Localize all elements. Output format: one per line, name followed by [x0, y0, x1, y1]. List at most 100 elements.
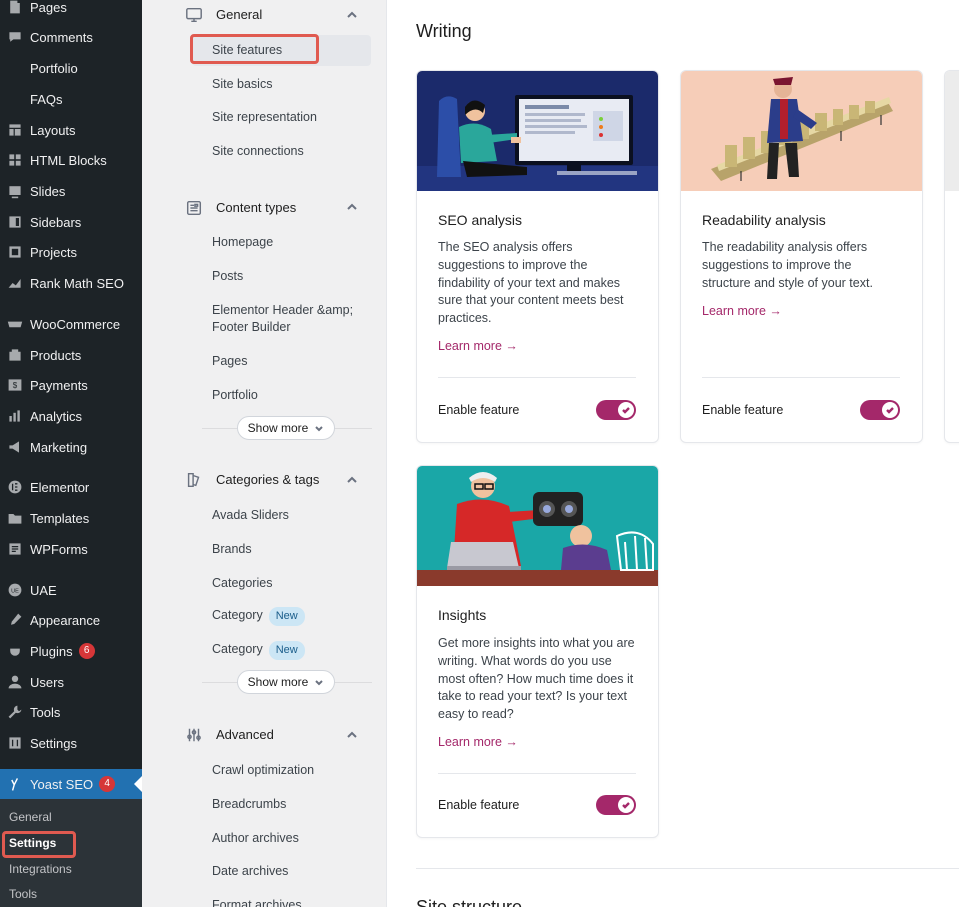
toggle-knob: [618, 797, 634, 813]
sidebars-icon: [0, 214, 30, 230]
sliders-icon: [185, 726, 203, 744]
check-icon: [886, 407, 894, 414]
nav-link-brands[interactable]: Brands: [212, 541, 377, 558]
wp-menu-pages[interactable]: Pages: [0, 0, 142, 22]
wp-menu-label: Settings: [30, 735, 77, 751]
nav-link-category-2[interactable]: Category New: [212, 641, 377, 660]
tools-icon: [0, 704, 30, 720]
wp-menu-rank-math-seo[interactable]: Rank Math SEO: [0, 268, 142, 298]
nav-link-site-connections[interactable]: Site connections: [212, 143, 377, 160]
chevron-up-icon[interactable]: [345, 200, 359, 214]
wp-menu-layouts[interactable]: Layouts: [0, 115, 142, 145]
highlight-box-settings: [2, 831, 76, 858]
uae-icon: UE: [0, 582, 30, 598]
appearance-icon: [0, 612, 30, 628]
show-more-categories-button[interactable]: Show more: [237, 670, 335, 694]
wp-menu-label: Slides: [30, 183, 66, 199]
wp-menu-products[interactable]: Products: [0, 340, 142, 370]
nav-link-pages[interactable]: Pages: [212, 353, 377, 370]
wp-menu-faqs[interactable]: FAQs: [0, 84, 142, 114]
wp-menu-label: Comments: [30, 29, 93, 45]
enable-feature-toggle[interactable]: [596, 795, 636, 815]
wp-menu-templates[interactable]: Templates: [0, 503, 142, 533]
wp-menu-users[interactable]: Users: [0, 667, 142, 697]
show-more-label: Show more: [247, 675, 309, 689]
nav-link-homepage[interactable]: Homepage: [212, 234, 377, 251]
nav-group-advanced[interactable]: Advanced: [216, 727, 274, 742]
wp-menu-appearance[interactable]: Appearance: [0, 605, 142, 635]
wp-menu-elementor[interactable]: Elementor: [0, 472, 142, 502]
nav-link-elementor-header[interactable]: Elementor Header &amp; Footer Builder: [212, 302, 362, 336]
chevron-up-icon[interactable]: [345, 473, 359, 487]
wp-menu-uae[interactable]: UE UAE: [0, 575, 142, 605]
nav-link-format-archives[interactable]: Format archives: [212, 897, 377, 907]
wp-menu-projects[interactable]: Projects: [0, 237, 142, 267]
submenu-integrations[interactable]: Integrations: [9, 862, 72, 876]
wp-menu-plugins[interactable]: Plugins 6: [0, 636, 142, 666]
card-insights: Insights Get more insights into what you…: [416, 465, 659, 838]
show-more-content-types-button[interactable]: Show more: [237, 416, 335, 440]
nav-link-categories[interactable]: Categories: [212, 575, 377, 592]
wp-menu-portfolio[interactable]: Portfolio: [0, 53, 142, 83]
check-icon: [622, 802, 630, 809]
wp-menu-yoast-seo[interactable]: Yoast SEO 4: [0, 769, 142, 799]
wp-menu-label: Yoast SEO: [30, 776, 94, 792]
nav-link-site-representation[interactable]: Site representation: [212, 109, 377, 126]
wp-menu-label: Portfolio: [30, 60, 78, 76]
learn-more-link[interactable]: Learn more →: [702, 304, 782, 318]
card-separator: [438, 773, 636, 774]
wp-menu-slides[interactable]: Slides: [0, 176, 142, 206]
card-description: The readability analysis offers suggesti…: [702, 240, 873, 290]
card-seo-analysis: SEO analysis The SEO analysis offers sug…: [416, 70, 659, 443]
nav-link-posts[interactable]: Posts: [212, 268, 377, 285]
wp-menu-html-blocks[interactable]: HTML Blocks: [0, 145, 142, 175]
wp-menu-wpforms[interactable]: WPForms: [0, 534, 142, 564]
nav-group-categories-tags[interactable]: Categories & tags: [216, 472, 319, 487]
wp-menu-woocommerce[interactable]: WooCommerce: [0, 309, 142, 339]
wp-menu-settings[interactable]: Settings: [0, 728, 142, 758]
new-badge: New: [268, 607, 305, 626]
learn-more-link[interactable]: Learn more →: [438, 339, 518, 353]
submenu-tools[interactable]: Tools: [9, 887, 37, 901]
nav-link-avada-sliders[interactable]: Avada Sliders: [212, 507, 377, 524]
wp-menu-sidebars[interactable]: Sidebars: [0, 207, 142, 237]
enable-feature-toggle[interactable]: [596, 400, 636, 420]
nav-link-category-1[interactable]: Category New: [212, 607, 377, 626]
wp-menu-comments[interactable]: Comments: [0, 22, 142, 52]
chevron-down-icon: [315, 426, 324, 432]
card-readability-analysis: Readability analysis The readability ana…: [680, 70, 923, 443]
submenu-general[interactable]: General: [9, 810, 52, 824]
card-description: The SEO analysis offers suggestions to i…: [438, 240, 624, 326]
card-separator: [702, 377, 900, 378]
nav-group-content-types[interactable]: Content types: [216, 200, 296, 215]
nav-link-crawl-optimization[interactable]: Crawl optimization: [212, 762, 377, 779]
wp-menu-payments[interactable]: $ Payments: [0, 370, 142, 400]
rank-math-icon: [0, 275, 30, 291]
card-partial: [944, 70, 959, 443]
nav-link-site-basics[interactable]: Site basics: [212, 76, 377, 93]
wp-menu-label: Plugins: [30, 643, 73, 659]
projects-icon: [0, 244, 30, 260]
highlight-box-site-features: [190, 34, 319, 64]
wp-menu-marketing[interactable]: Marketing: [0, 432, 142, 462]
nav-link-breadcrumbs[interactable]: Breadcrumbs: [212, 796, 377, 813]
nav-link-author-archives[interactable]: Author archives: [212, 830, 377, 847]
wp-menu-label: Marketing: [30, 439, 88, 455]
nav-link-label: Category: [212, 608, 263, 622]
wp-menu-label: Tools: [30, 704, 61, 720]
wp-menu-tools[interactable]: Tools: [0, 697, 142, 727]
nav-group-general[interactable]: General: [216, 7, 262, 22]
wp-menu-label: Analytics: [30, 408, 83, 424]
nav-link-date-archives[interactable]: Date archives: [212, 863, 377, 880]
enable-feature-label: Enable feature: [438, 403, 520, 417]
learn-more-link[interactable]: Learn more →: [438, 735, 518, 749]
wp-menu-analytics[interactable]: Analytics: [0, 401, 142, 431]
plugins-icon: [0, 643, 30, 659]
svg-text:$: $: [13, 381, 18, 390]
enable-feature-toggle[interactable]: [860, 400, 900, 420]
nav-link-portfolio[interactable]: Portfolio: [212, 387, 377, 404]
chevron-up-icon[interactable]: [345, 728, 359, 742]
section-title-site-structure: Site structure: [416, 897, 523, 907]
chevron-up-icon[interactable]: [345, 8, 359, 22]
wp-menu-label: Elementor: [30, 479, 90, 495]
